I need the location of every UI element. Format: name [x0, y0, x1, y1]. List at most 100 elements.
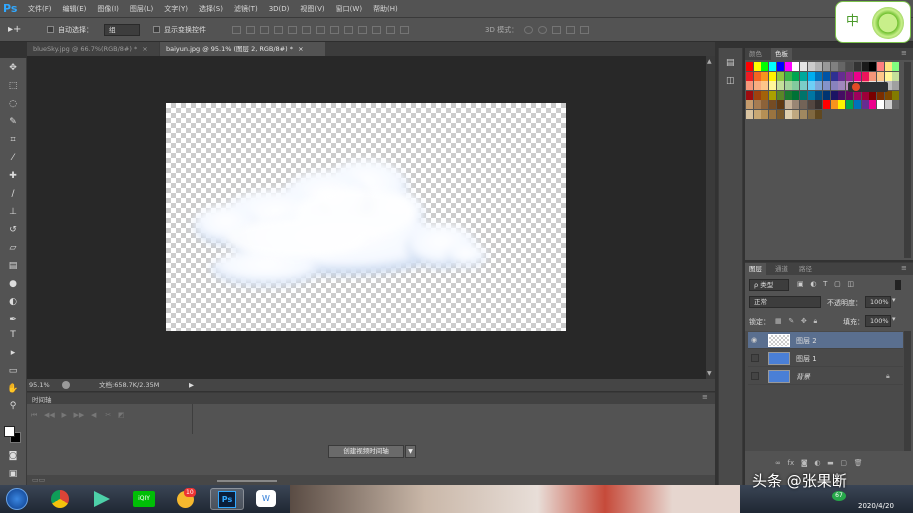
shape-filter-icon[interactable]: ▢ — [834, 280, 841, 288]
color-swatch[interactable] — [792, 81, 800, 90]
color-swatch[interactable] — [776, 100, 784, 109]
panel-menu-icon[interactable]: ≡ — [702, 393, 708, 401]
distribute-right-icon[interactable] — [386, 26, 395, 34]
previous-frame-icon[interactable]: ◀◀ — [44, 411, 55, 419]
color-swatch[interactable] — [815, 100, 823, 109]
color-swatch[interactable] — [830, 62, 838, 71]
color-swatch[interactable] — [784, 90, 792, 100]
color-swatch[interactable] — [784, 100, 792, 109]
distribute-top-icon[interactable] — [316, 26, 325, 34]
adjustment-layer-icon[interactable]: ◐ — [814, 459, 820, 467]
distribute-vcenter-icon[interactable] — [330, 26, 339, 34]
color-swatch[interactable] — [792, 100, 800, 109]
ime-toolbar[interactable] — [848, 82, 888, 92]
align-vcenter-icon[interactable] — [246, 26, 255, 34]
move-tool-icon[interactable]: ✥ — [6, 61, 20, 75]
color-swatch[interactable] — [784, 62, 792, 71]
3d-scale-icon[interactable] — [580, 26, 589, 34]
color-swatch[interactable] — [792, 109, 800, 119]
color-swatch[interactable] — [769, 90, 777, 100]
layers-scrollbar[interactable] — [904, 331, 911, 451]
color-swatch[interactable] — [876, 71, 884, 81]
properties-panel-icon[interactable]: ◫ — [726, 76, 735, 86]
distribute-left-icon[interactable] — [358, 26, 367, 34]
move-tool-preset-icon[interactable]: ▸+ — [8, 24, 21, 35]
tab-baiyun[interactable]: baiyun.jpg @ 95.1% (图层 2, RGB/8#) * × — [160, 42, 325, 56]
color-swatch[interactable] — [838, 81, 846, 90]
color-swatch[interactable] — [799, 109, 807, 119]
color-swatch[interactable] — [753, 81, 761, 90]
color-swatch[interactable] — [861, 71, 869, 81]
menu-edit[interactable]: 编辑(E) — [63, 4, 87, 14]
lock-all-icon[interactable]: 🔒︎ — [813, 317, 817, 325]
fill-dropdown-icon[interactable]: ▾ — [892, 315, 896, 323]
color-swatch[interactable] — [892, 81, 900, 90]
menu-3d[interactable]: 3D(D) — [269, 5, 290, 13]
create-timeline-dropdown[interactable]: ▼ — [405, 445, 416, 458]
color-swatch[interactable] — [776, 81, 784, 90]
color-swatch[interactable] — [761, 109, 769, 119]
tab-channels[interactable]: 通道 — [771, 263, 792, 275]
color-swatch[interactable] — [746, 81, 753, 90]
color-swatch[interactable] — [761, 90, 769, 100]
layer-row-background[interactable]: 背景 🔒︎ — [748, 368, 903, 385]
color-swatch[interactable] — [838, 71, 846, 81]
timeline-title[interactable]: 时间轴 — [32, 394, 52, 404]
color-swatch[interactable] — [753, 71, 761, 81]
color-swatch[interactable] — [799, 62, 807, 71]
layer-row-layer-1[interactable]: 图层 1 — [748, 350, 903, 367]
color-swatch[interactable] — [746, 109, 753, 119]
show-transform-checkbox[interactable] — [153, 26, 160, 33]
menu-window[interactable]: 窗口(W) — [336, 4, 362, 14]
filter-toggle[interactable] — [895, 280, 901, 290]
blur-tool-icon[interactable]: ● — [6, 277, 20, 291]
ime-widget[interactable]: 中 — [835, 1, 911, 43]
lock-pixels-icon[interactable]: ✎ — [788, 317, 794, 325]
color-swatch[interactable] — [799, 90, 807, 100]
create-timeline-button[interactable]: 创建视频时间轴 — [328, 445, 404, 458]
color-swatch[interactable] — [876, 62, 884, 71]
align-bottom-icon[interactable] — [260, 26, 269, 34]
next-frame-icon[interactable]: ▶▶ — [74, 411, 85, 419]
convert-frame-icon[interactable]: ▭▭ — [32, 476, 45, 484]
distribute-hcenter-icon[interactable] — [372, 26, 381, 34]
menu-view[interactable]: 视图(V) — [300, 4, 324, 14]
color-swatch[interactable] — [815, 81, 823, 90]
color-swatch[interactable] — [823, 81, 830, 90]
lock-position-icon[interactable]: ✥ — [801, 317, 807, 325]
layer-name[interactable]: 图层 1 — [796, 354, 817, 364]
canvas-vertical-scrollbar[interactable]: ▲ ▼ — [706, 56, 715, 379]
swatches-scrollbar[interactable] — [904, 62, 911, 258]
align-hcenter-icon[interactable] — [288, 26, 297, 34]
tab-swatches[interactable]: 色板 — [771, 48, 792, 60]
add-mask-icon[interactable]: ◙ — [801, 459, 808, 467]
audio-icon[interactable]: ◀ — [91, 411, 96, 419]
color-swatch[interactable] — [876, 100, 884, 109]
foreground-color-swatch[interactable] — [4, 426, 15, 437]
color-swatch[interactable] — [776, 62, 784, 71]
eye-icon[interactable]: ◉ — [751, 336, 759, 344]
lock-transparency-icon[interactable]: ▦ — [775, 317, 782, 325]
menu-type[interactable]: 文字(Y) — [164, 4, 188, 14]
color-swatch[interactable] — [807, 100, 815, 109]
marquee-tool-icon[interactable]: ⬚ — [6, 79, 20, 93]
gradient-tool-icon[interactable]: ▤ — [6, 259, 20, 273]
color-swatch[interactable] — [769, 109, 777, 119]
3d-rotate-icon[interactable] — [524, 26, 533, 34]
color-swatch[interactable] — [869, 100, 877, 109]
brush-tool-icon[interactable]: ∕ — [6, 187, 20, 201]
history-panel-icon[interactable]: ▤ — [726, 58, 735, 68]
color-swatch[interactable] — [769, 81, 777, 90]
auto-select-dropdown[interactable]: 组 — [104, 24, 140, 36]
opacity-input[interactable]: 100% — [865, 296, 891, 308]
first-frame-icon[interactable]: ⏮ — [31, 411, 37, 419]
app-icon[interactable]: 10 — [170, 488, 202, 510]
play-icon[interactable]: ▶ — [61, 411, 66, 419]
color-swatch[interactable] — [792, 90, 800, 100]
new-group-icon[interactable]: ▬ — [827, 459, 834, 467]
color-swatch[interactable] — [776, 90, 784, 100]
color-swatch[interactable] — [799, 71, 807, 81]
menu-image[interactable]: 图像(I) — [97, 4, 119, 14]
tab-bluesky[interactable]: blueSky.jpg @ 66.7%(RGB/8#) * × — [27, 42, 159, 56]
color-swatch[interactable] — [846, 62, 854, 71]
